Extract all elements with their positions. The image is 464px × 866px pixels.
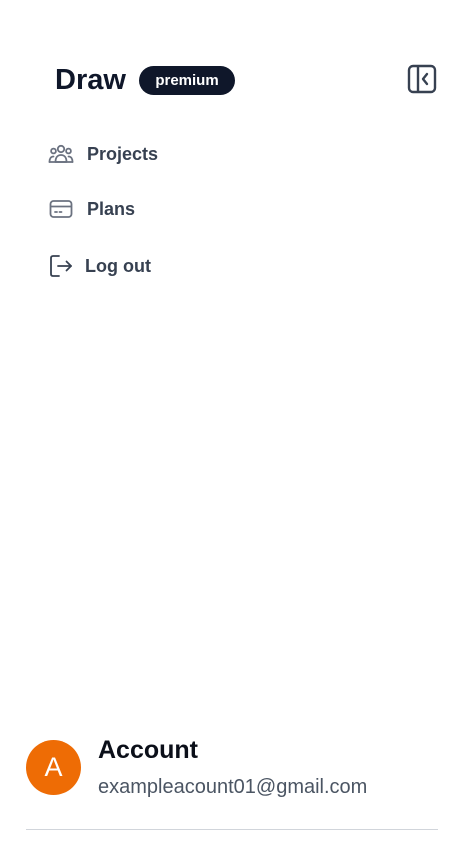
nav-item-label: Projects [87, 143, 159, 164]
divider [26, 829, 438, 830]
premium-badge: premium [139, 66, 235, 95]
users-icon [48, 141, 74, 167]
app-title: Draw [55, 64, 126, 96]
account-email: exampleacount01@gmail.com [98, 776, 368, 798]
nav-item-logout[interactable]: Log out [48, 250, 151, 282]
sidebar-header: Draw premium [0, 0, 464, 120]
nav-item-projects[interactable]: Projects [48, 138, 158, 170]
nav-item-label: Log out [85, 255, 151, 276]
account-section[interactable]: A Account exampleacount01@gmail.com [0, 730, 464, 830]
nav-item-label: Plans [87, 198, 136, 219]
credit-card-icon [48, 196, 74, 222]
collapse-sidebar-button[interactable] [407, 64, 437, 94]
logout-icon [48, 253, 74, 279]
sidebar-collapse-icon [407, 64, 437, 94]
nav-item-plans[interactable]: Plans [48, 193, 135, 225]
avatar: A [26, 740, 81, 795]
account-name: Account [98, 736, 198, 764]
